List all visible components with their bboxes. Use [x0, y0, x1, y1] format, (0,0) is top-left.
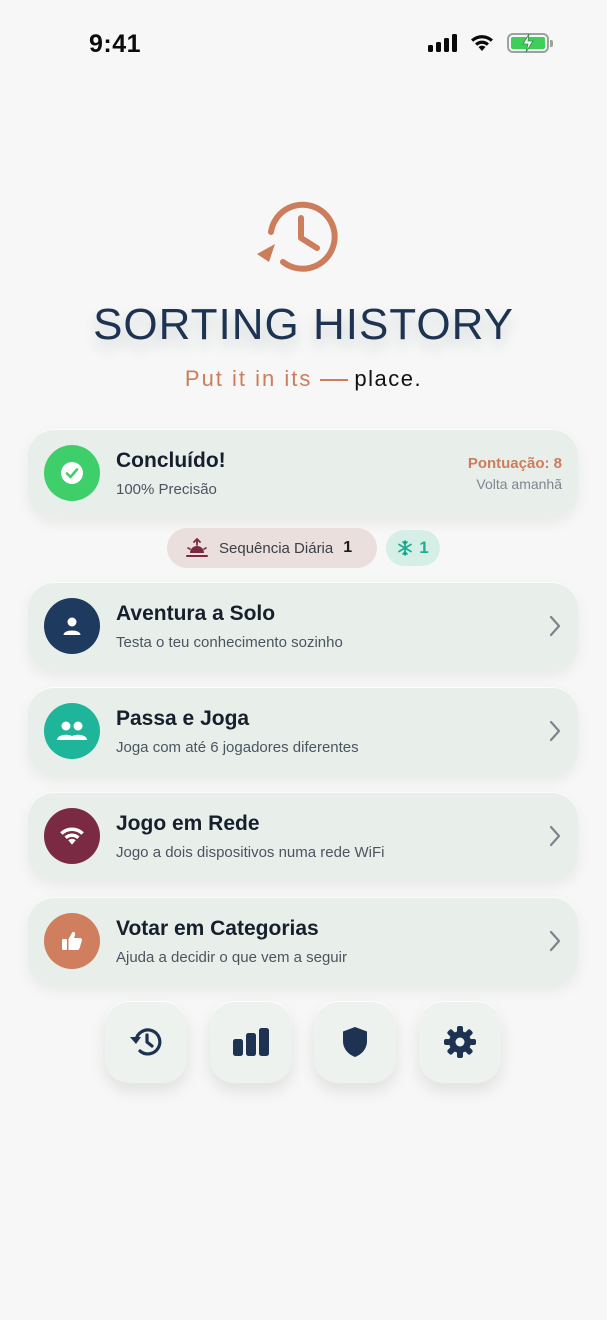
- status-time: 9:41: [89, 30, 142, 58]
- streak-freeze-badge[interactable]: 1: [386, 530, 440, 566]
- history-button[interactable]: [105, 1001, 187, 1083]
- daily-result-card: Concluído! 100% Precisão Pontuação: 8 Vo…: [28, 429, 578, 517]
- battery-icon: [507, 33, 553, 53]
- cellular-signal-icon: [428, 34, 457, 52]
- chevron-right-icon: [549, 615, 561, 637]
- wifi-icon: [44, 808, 100, 864]
- stats-icon: [233, 1028, 269, 1056]
- mode-title: Votar em Categorias: [116, 917, 319, 940]
- history-icon: [130, 1028, 162, 1056]
- app-tagline: Put it in its place.: [0, 366, 607, 392]
- thumbs-up-icon: [44, 913, 100, 969]
- mode-title: Jogo em Rede: [116, 812, 260, 835]
- streak-count: 1: [343, 539, 353, 556]
- statistics-button[interactable]: [210, 1001, 292, 1083]
- snowflake-icon: [398, 540, 413, 556]
- tagline-place: place.: [354, 366, 423, 391]
- person-icon: [44, 598, 100, 654]
- mode-title: Passa e Joga: [116, 707, 250, 730]
- return-tomorrow-label: Volta amanhã: [476, 476, 562, 492]
- wifi-status-icon: [471, 35, 493, 51]
- status-bar: 9:41: [0, 0, 607, 90]
- history-clock-logo-icon: [257, 201, 338, 272]
- result-accuracy: 100% Precisão: [116, 481, 217, 498]
- privacy-button[interactable]: [314, 1001, 396, 1083]
- streak-label: Sequência Diária: [219, 539, 334, 557]
- group-icon: [44, 703, 100, 759]
- mode-subtitle: Joga com até 6 jogadores diferentes: [116, 739, 359, 756]
- sunrise-icon: [186, 538, 208, 557]
- mode-subtitle: Ajuda a decidir o que vem a seguir: [116, 949, 347, 966]
- chevron-right-icon: [549, 825, 561, 847]
- status-icons: [428, 33, 553, 53]
- chevron-right-icon: [549, 930, 561, 952]
- mode-subtitle: Jogo a dois dispositivos numa rede WiFi: [116, 844, 385, 861]
- mode-card-network[interactable]: Jogo em Rede Jogo a dois dispositivos nu…: [28, 792, 578, 880]
- freeze-count: 1: [419, 538, 429, 557]
- mode-card-pass-and-play[interactable]: Passa e Joga Joga com até 6 jogadores di…: [28, 687, 578, 775]
- score-label: Pontuação: 8: [467, 455, 562, 472]
- mode-card-vote-categories[interactable]: Votar em Categorias Ajuda a decidir o qu…: [28, 897, 578, 985]
- mode-subtitle: Testa o teu conhecimento sozinho: [116, 634, 343, 651]
- tagline-dash: [320, 379, 349, 382]
- chevron-right-icon: [549, 720, 561, 742]
- settings-icon: [444, 1026, 476, 1058]
- result-title: Concluído!: [116, 449, 226, 472]
- shield-icon: [343, 1027, 367, 1057]
- check-circle-icon: [44, 445, 100, 501]
- app-title: SORTING HISTORY: [93, 300, 514, 349]
- tagline-text: Put it in its: [184, 366, 313, 391]
- settings-button[interactable]: [419, 1001, 501, 1083]
- daily-streak-badge[interactable]: Sequência Diária 1: [167, 528, 377, 568]
- mode-card-solo[interactable]: Aventura a Solo Testa o teu conhecimento…: [28, 582, 578, 670]
- mode-title: Aventura a Solo: [116, 602, 276, 625]
